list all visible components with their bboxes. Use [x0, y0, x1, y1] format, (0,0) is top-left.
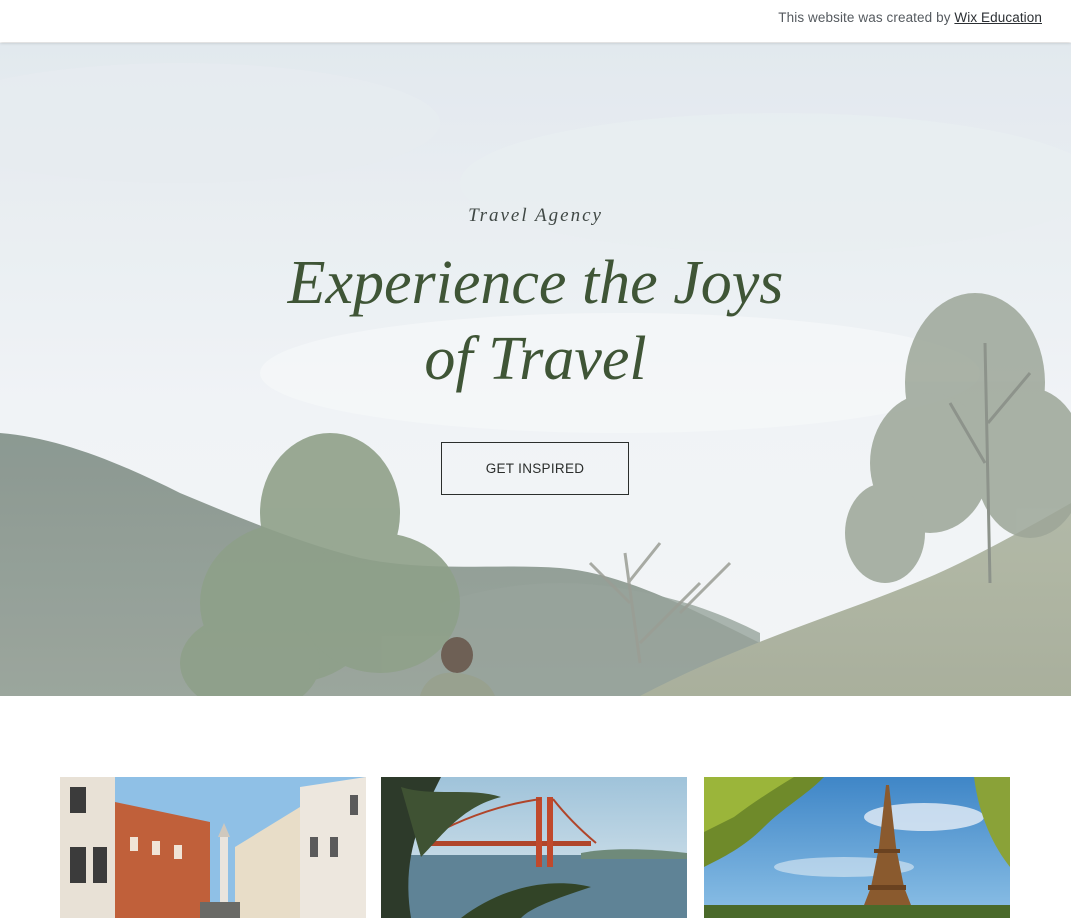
- hero-headline: Experience the Joys of Travel: [0, 245, 1071, 397]
- hero-kicker: Travel Agency: [468, 205, 603, 226]
- top-credit-bar: This website was created by Wix Educatio…: [0, 0, 1071, 42]
- get-inspired-button[interactable]: GET INSPIRED: [441, 442, 629, 495]
- wix-education-link[interactable]: Wix Education: [954, 10, 1042, 25]
- headline-line-2: of Travel: [424, 325, 647, 393]
- gallery-image-golden-gate[interactable]: [381, 777, 687, 918]
- site-credit: This website was created by Wix Educatio…: [778, 10, 1042, 25]
- hero-section: Travel Agency Experience the Joys of Tra…: [0, 43, 1071, 696]
- eiffel-tower-image: [704, 777, 1010, 918]
- gallery-image-venice[interactable]: [60, 777, 366, 918]
- headline-line-1: Experience the Joys: [287, 249, 784, 317]
- credit-prefix: This website was created by: [778, 10, 955, 25]
- venice-street-image: [60, 777, 366, 918]
- gallery-image-eiffel-tower[interactable]: [704, 777, 1010, 918]
- golden-gate-image: [381, 777, 687, 918]
